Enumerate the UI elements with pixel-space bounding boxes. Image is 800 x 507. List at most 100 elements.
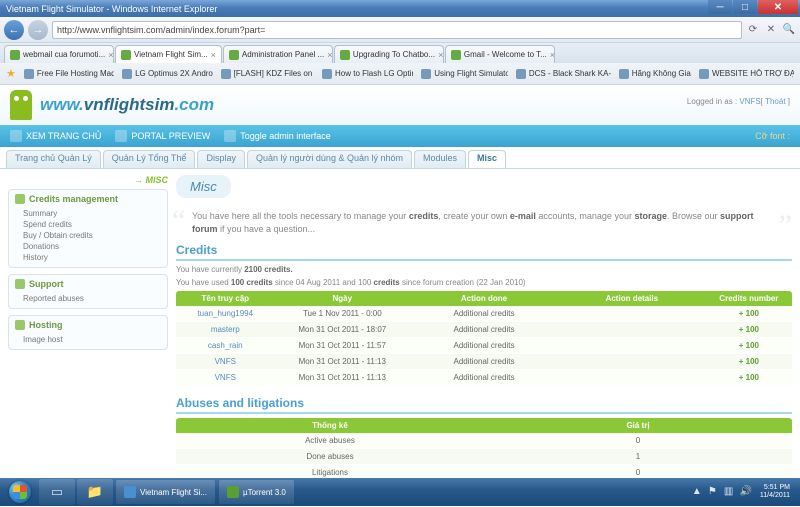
toggle-admin-button[interactable]: Toggle admin interface	[224, 130, 331, 142]
tab-general[interactable]: Quản Lý Tổng Thể	[103, 150, 196, 168]
system-tray: ▲ ⚑ ▥ 🔊 5:51 PM 11/4/2011	[692, 484, 798, 501]
bookmark-item[interactable]: How to Flash LG Optimus ...	[322, 69, 413, 79]
bookmark-item[interactable]: [FLASH] KDZ Files on WIN...	[221, 69, 314, 79]
bookmark-item[interactable]: Free File Hosting Made Si...	[24, 69, 114, 79]
bookmark-label: Using Flight Simulator X ...	[434, 69, 508, 78]
bookmark-item[interactable]: WEBSITE HỖ TRỢ ĐẠI LÝ ...	[699, 69, 794, 79]
cell-credits: + 100	[706, 354, 792, 370]
user-link[interactable]: cash_rain	[208, 341, 243, 350]
tab-users-groups[interactable]: Quản lý người dùng & Quản lý nhóm	[247, 150, 412, 168]
main-panel: Misc You have here all the tools necessa…	[176, 175, 792, 501]
bookmark-icon	[24, 69, 34, 79]
tab-close-icon[interactable]: ×	[550, 50, 555, 60]
user-link[interactable]: VNFS	[215, 373, 236, 382]
browser-tab[interactable]: Upgrading To Chatbo...×	[334, 45, 444, 63]
cell-details	[558, 306, 706, 322]
search-icon[interactable]: 🔍	[782, 23, 796, 37]
tab-home[interactable]: Trang chủ Quản Lý	[6, 150, 101, 168]
bookmark-icon	[619, 69, 629, 79]
stop-icon[interactable]: ✕	[764, 23, 778, 37]
breadcrumb: → MISC	[8, 175, 168, 185]
back-button[interactable]: ←	[4, 20, 24, 40]
tab-label: Upgrading To Chatbo...	[353, 50, 435, 59]
cell-stat: Active abuses	[176, 433, 484, 449]
content-area: → MISC Credits management Summary Spend …	[0, 169, 800, 507]
logout-link[interactable]: Thoát	[765, 97, 785, 106]
tab-close-icon[interactable]: ×	[438, 50, 443, 60]
url-input[interactable]: http://www.vnflightsim.com/admin/index.f…	[52, 21, 742, 39]
bookmark-item[interactable]: Using Flight Simulator X ...	[421, 69, 508, 79]
sidebar-item-summary[interactable]: Summary	[23, 208, 159, 219]
portal-preview-button[interactable]: PORTAL PREVIEW	[115, 130, 210, 142]
cell-action: Additional credits	[410, 322, 558, 338]
user-link[interactable]: VNFS	[215, 357, 236, 366]
bookmark-item[interactable]: Hãng Không Gia Lâm	[619, 69, 691, 79]
title-part: .com	[174, 95, 214, 114]
preview-icon	[115, 130, 127, 142]
view-home-button[interactable]: XEM TRANG CHỦ	[10, 130, 101, 142]
tab-close-icon[interactable]: ×	[108, 50, 113, 60]
bookmark-item[interactable]: LG Optimus 2X Android 2....	[122, 69, 213, 79]
taskbar-task[interactable]: Vietnam Flight Si...	[116, 480, 215, 504]
bookmark-icon	[122, 69, 132, 79]
bookmark-label: Hãng Không Gia Lâm	[632, 69, 691, 78]
bookmark-label: DCS - Black Shark KA-50 - ...	[529, 69, 611, 78]
browser-tab[interactable]: webmail cua forumoti...×	[4, 45, 114, 63]
login-info: Logged in as : VNFS[ Thoát ]	[687, 97, 790, 106]
cell-details	[558, 370, 706, 386]
tab-misc[interactable]: Misc	[468, 150, 506, 168]
clock-date: 11/4/2011	[760, 492, 790, 500]
cell-val: 0	[484, 433, 792, 449]
tray-chevron-icon[interactable]: ▲	[692, 486, 704, 498]
cell-details	[558, 338, 706, 354]
pinned-explorer-icon[interactable]: ▭	[39, 479, 75, 505]
table-row: cash_rainMon 31 Oct 2011 - 11:57Addition…	[176, 338, 792, 354]
tray-flag-icon[interactable]: ⚑	[708, 486, 720, 498]
username-link[interactable]: VNFS	[739, 97, 760, 106]
browser-tab[interactable]: Administration Panel ...×	[223, 45, 333, 63]
tab-display[interactable]: Display	[197, 150, 245, 168]
panel-title: Support	[29, 279, 64, 289]
font-size-control[interactable]: Cỡ font :	[755, 131, 790, 141]
refresh-icon[interactable]: ⟳	[746, 23, 760, 37]
sidebar-item-donations[interactable]: Donations	[23, 241, 159, 252]
col-stat: Thống kê	[176, 418, 484, 433]
taskbar-clock[interactable]: 5:51 PM 11/4/2011	[756, 484, 794, 501]
sidebar-item-history[interactable]: History	[23, 252, 159, 263]
tab-modules[interactable]: Modules	[414, 150, 466, 168]
bookmark-label: [FLASH] KDZ Files on WIN...	[234, 69, 314, 78]
sidebar-item-imagehost[interactable]: Image host	[23, 334, 159, 345]
taskbar-task[interactable]: µTorrent 3.0	[219, 480, 294, 504]
start-button[interactable]	[2, 478, 38, 506]
sidebar-item-buy[interactable]: Buy / Obtain credits	[23, 230, 159, 241]
user-link[interactable]: masterp	[211, 325, 240, 334]
pinned-folder-icon[interactable]: 📁	[77, 479, 113, 505]
favorites-star-icon[interactable]: ★	[6, 67, 16, 80]
browser-tab[interactable]: Vietnam Flight Sim...×	[115, 45, 222, 63]
tab-close-icon[interactable]: ×	[211, 50, 216, 60]
browser-tab[interactable]: Gmail - Welcome to T...×	[445, 45, 555, 63]
sidebar-item-abuses[interactable]: Reported abuses	[23, 293, 159, 304]
bookmark-icon	[322, 69, 332, 79]
cell-credits: + 100	[706, 322, 792, 338]
maximize-button[interactable]: □	[733, 0, 757, 14]
sidebar-item-spend[interactable]: Spend credits	[23, 219, 159, 230]
bookmark-icon	[699, 69, 709, 79]
panel-icon	[15, 194, 25, 204]
tray-network-icon[interactable]: ▥	[724, 486, 736, 498]
minimize-button[interactable]: ─	[708, 0, 732, 14]
toolbar-label: Toggle admin interface	[240, 131, 331, 141]
tab-close-icon[interactable]: ×	[327, 50, 332, 60]
tab-label: webmail cua forumoti...	[23, 50, 105, 59]
table-row: tuan_hung1994Tue 1 Nov 2011 - 0:00Additi…	[176, 306, 792, 322]
tray-volume-icon[interactable]: 🔊	[740, 486, 752, 498]
task-icon	[227, 486, 239, 498]
site-title[interactable]: www.vnflightsim.com	[40, 95, 214, 115]
close-button[interactable]: ✕	[758, 0, 798, 14]
forward-button[interactable]: →	[28, 20, 48, 40]
user-link[interactable]: tuan_hung1994	[197, 309, 253, 318]
bookmark-item[interactable]: DCS - Black Shark KA-50 - ...	[516, 69, 611, 79]
panel-heading: Hosting	[9, 316, 167, 334]
tab-label: Gmail - Welcome to T...	[464, 50, 547, 59]
task-label: µTorrent 3.0	[243, 488, 286, 497]
